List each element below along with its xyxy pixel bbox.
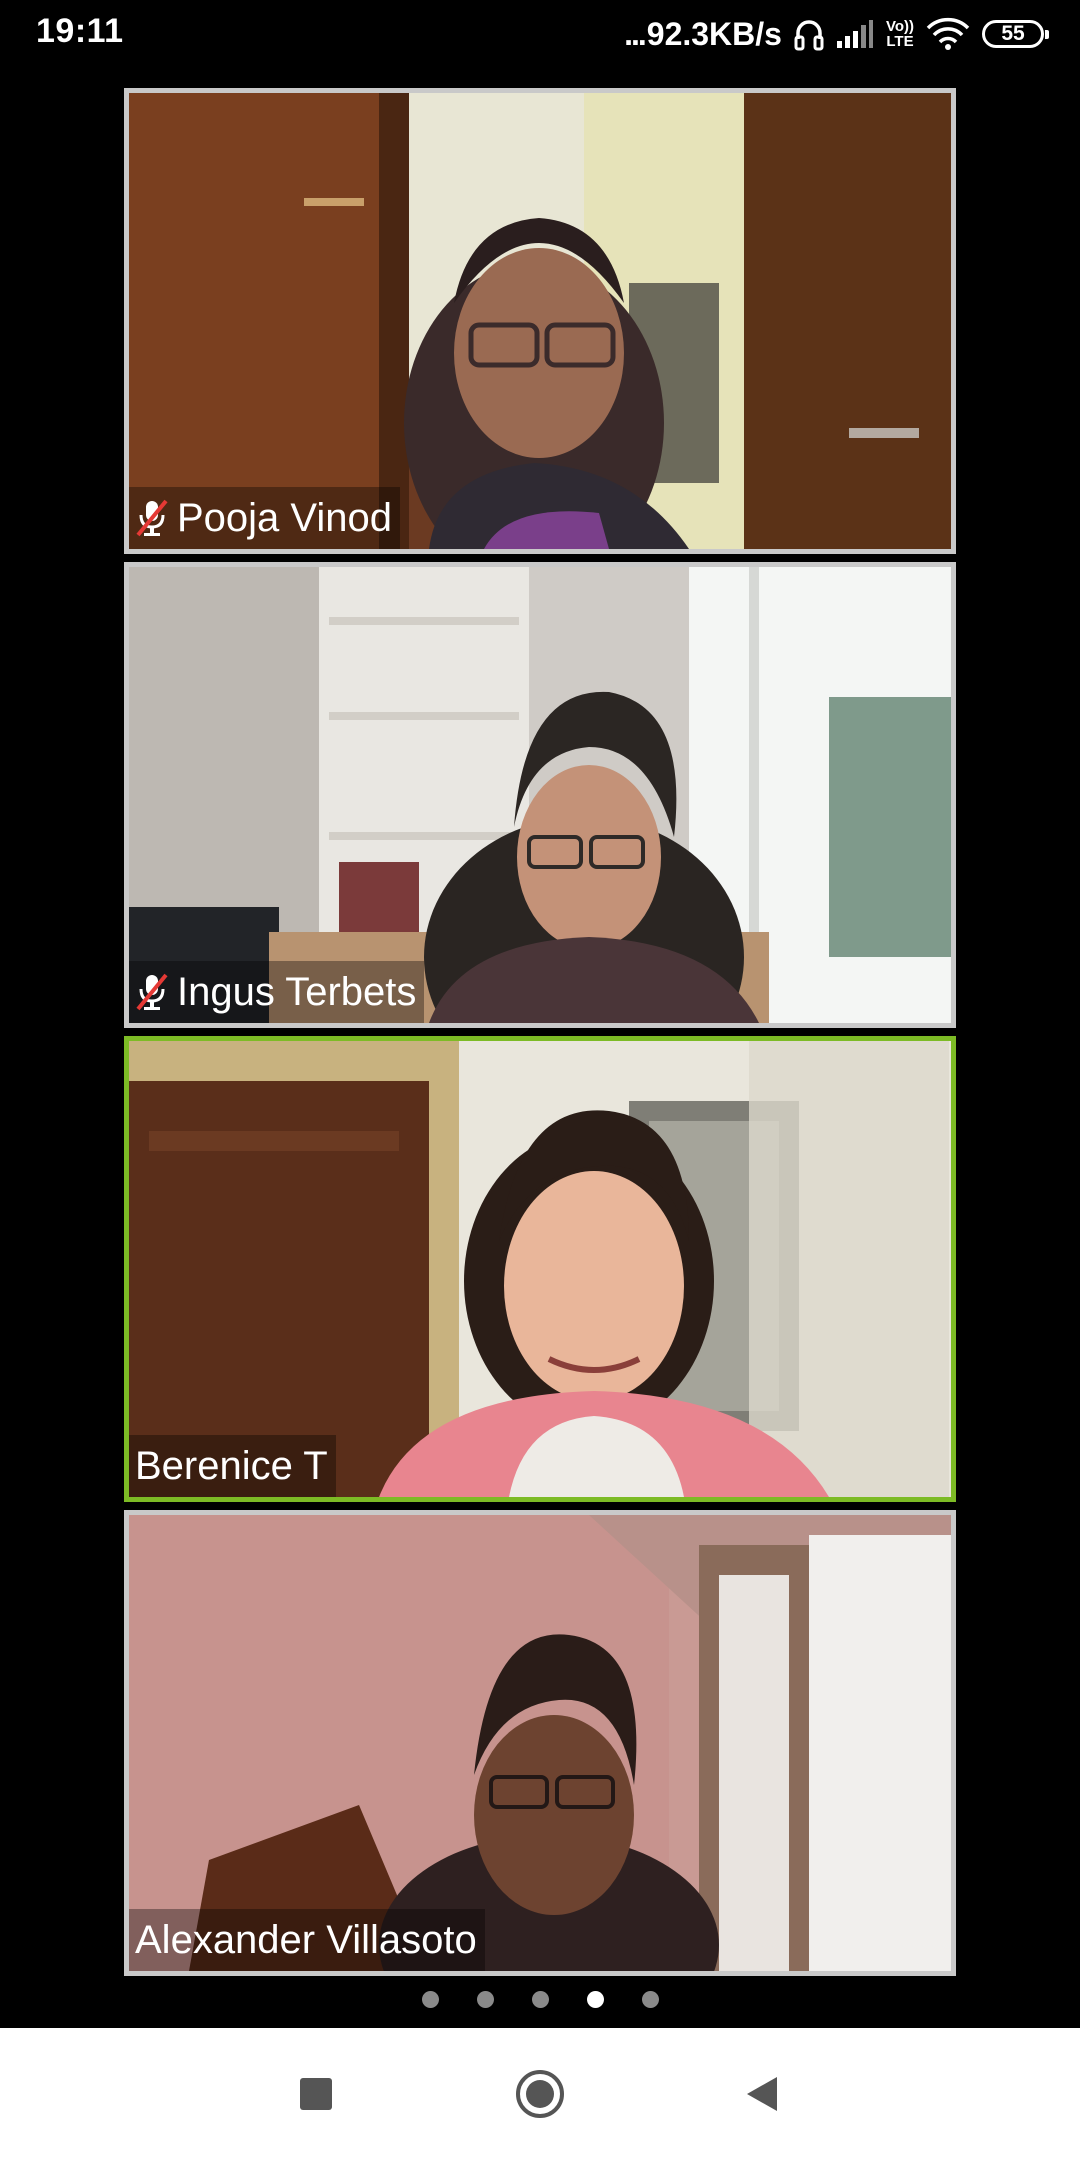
muted-mic-icon	[135, 972, 169, 1012]
battery-icon: 55	[982, 20, 1049, 48]
participant-name-label: Ingus Terbets	[129, 961, 425, 1023]
participant-name: Alexander Villasoto	[135, 1917, 477, 1962]
participant-name-label: Pooja Vinod	[129, 487, 400, 549]
participant-name: Ingus Terbets	[177, 969, 417, 1014]
wifi-icon	[926, 17, 970, 51]
participant-video	[129, 1041, 951, 1497]
page-dot-2[interactable]	[476, 1990, 494, 2008]
network-speed-value: 92.3KB/s	[646, 15, 782, 52]
volte-icon: Vo)) LTE	[886, 19, 914, 49]
home-icon[interactable]	[512, 2066, 568, 2122]
page-dot-5[interactable]	[641, 1990, 659, 2008]
page-indicator[interactable]	[0, 1986, 1080, 2012]
video-tile-alexander-villasoto[interactable]: Alexander Villasoto	[124, 1510, 956, 1976]
back-icon[interactable]	[734, 2066, 790, 2122]
participant-video	[129, 93, 951, 549]
status-indicators: ...92.3KB/s Vo)) LTE 55	[624, 10, 1049, 58]
muted-mic-icon	[135, 498, 169, 538]
participant-name-label: Berenice T	[129, 1435, 336, 1497]
headphones-icon	[794, 17, 824, 51]
page-dot-4-current[interactable]	[586, 1990, 604, 2008]
navigation-bar	[0, 2028, 1080, 2160]
page-dot-3[interactable]	[531, 1990, 549, 2008]
signal-icon	[836, 19, 874, 49]
page-dot-1[interactable]	[421, 1990, 439, 2008]
video-tile-berenice-t[interactable]: Berenice T	[124, 1036, 956, 1502]
status-time: 19:11	[36, 12, 124, 50]
participant-video	[129, 567, 951, 1023]
recent-apps-icon[interactable]	[288, 2066, 344, 2122]
video-tile-pooja-vinod[interactable]: Pooja Vinod	[124, 88, 956, 554]
participant-name: Pooja Vinod	[177, 495, 392, 540]
participant-name: Berenice T	[135, 1443, 328, 1488]
network-speed: ...92.3KB/s	[624, 16, 782, 53]
participant-name-label: Alexander Villasoto	[129, 1909, 485, 1971]
video-tile-ingus-terbets[interactable]: Ingus Terbets	[124, 562, 956, 1028]
participant-video	[129, 1515, 951, 1971]
status-bar: 19:11 ...92.3KB/s Vo)) LTE 55	[0, 0, 1080, 66]
battery-level: 55	[1001, 22, 1025, 45]
network-speed-dots: ...	[624, 15, 647, 52]
volte-bottom-label: LTE	[886, 33, 914, 50]
